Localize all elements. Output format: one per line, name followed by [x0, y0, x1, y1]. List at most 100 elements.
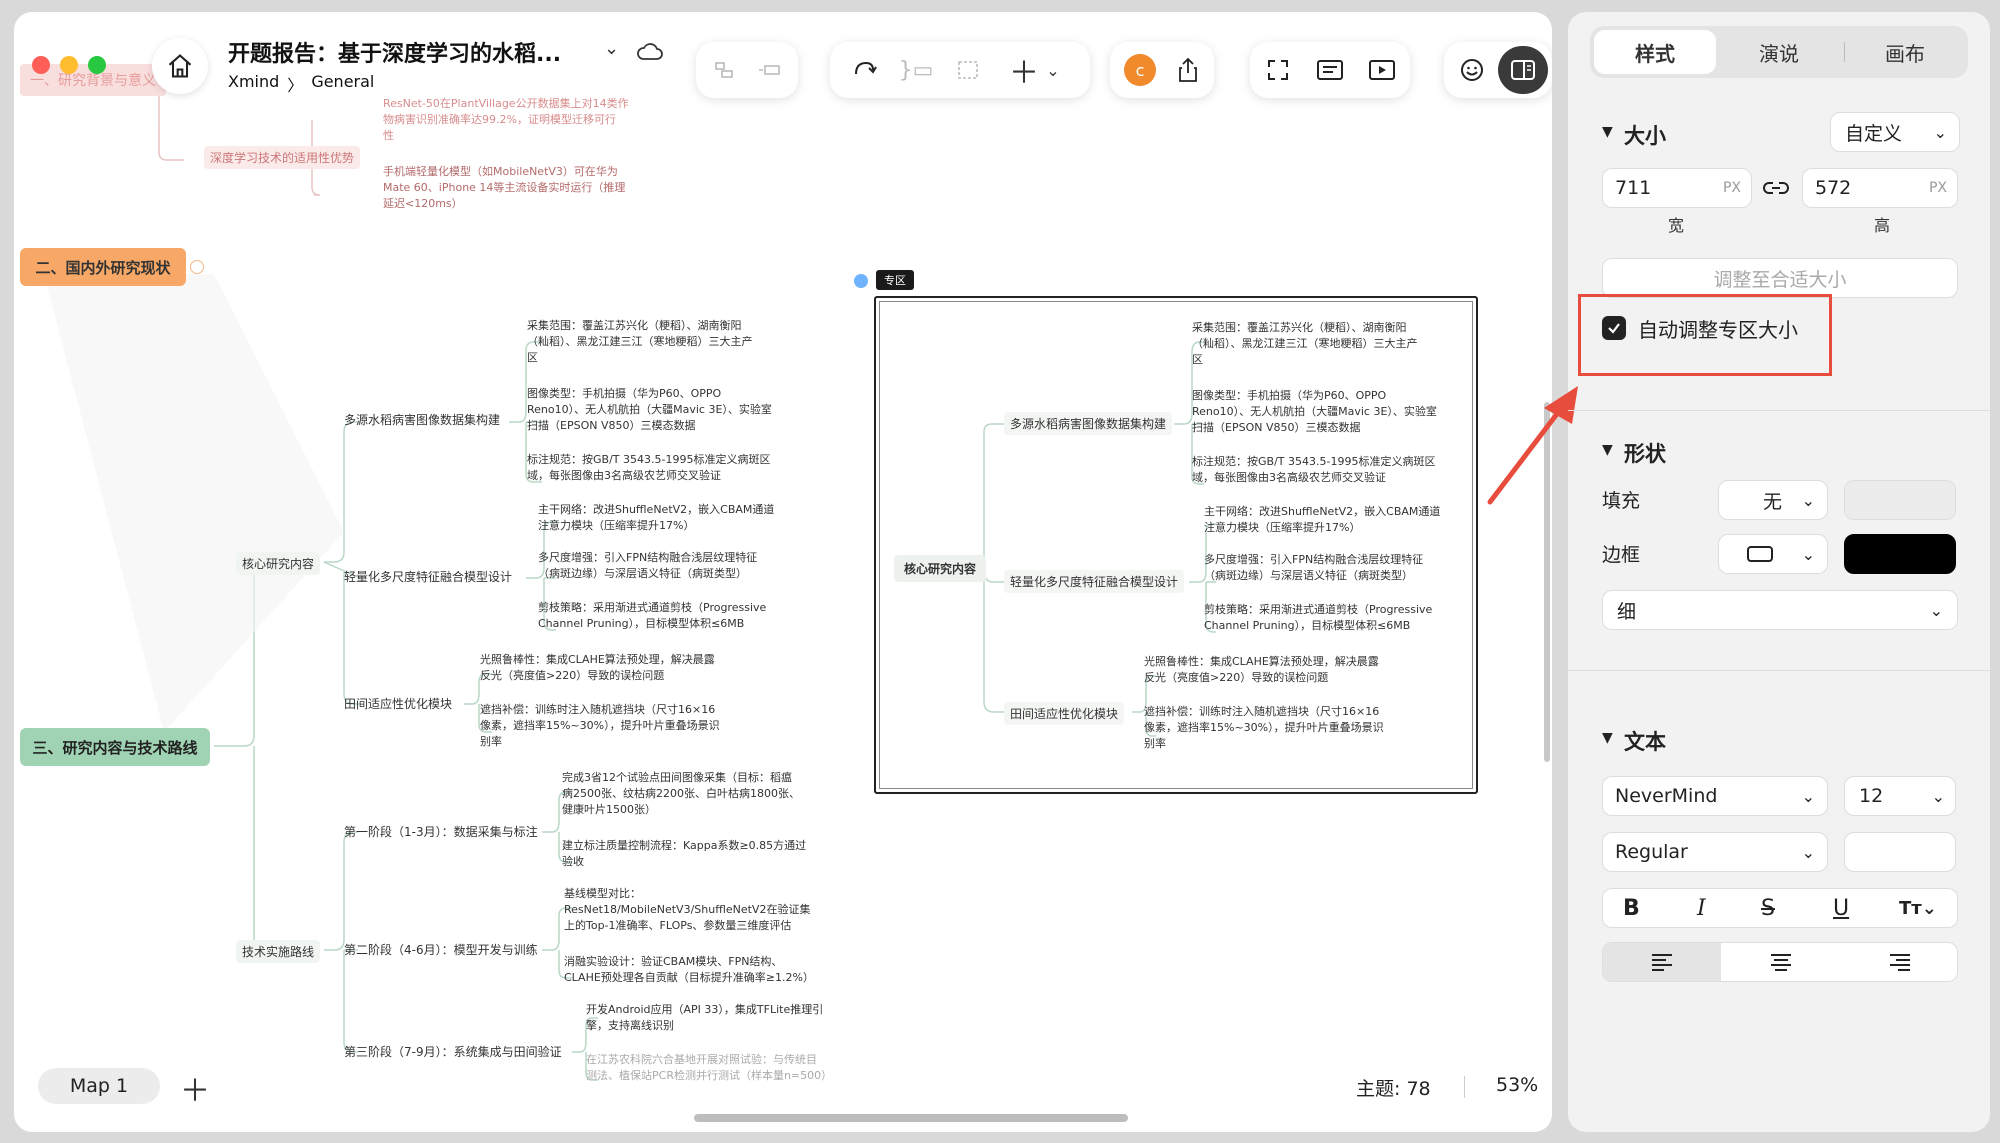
minimize-window-button[interactable] — [60, 56, 78, 74]
link-ratio-icon[interactable] — [1762, 178, 1790, 198]
root-node-2[interactable]: 二、国内外研究现状 — [20, 248, 186, 286]
branch-node-tech[interactable]: 技术实施路线 — [236, 940, 321, 963]
strikethrough-icon[interactable]: S — [1761, 896, 1775, 921]
leaf-node[interactable]: 手机端轻量化模型（如MobileNetV3）可在华为 Mate 60、iPhon… — [383, 164, 625, 212]
zone-leaf[interactable]: 多尺度增强：引入FPN结构融合浅层纹理特征 （病斑边缘）与深层语义特征（病斑类型… — [1204, 552, 1423, 584]
zoom-level[interactable]: 53% — [1496, 1074, 1538, 1096]
align-left-button[interactable] — [1603, 943, 1721, 981]
tab-style[interactable]: 样式 — [1594, 26, 1716, 78]
phase-node-2[interactable]: 第二阶段（4-6月）：模型开发与训练 — [344, 942, 538, 958]
zone-leaf[interactable]: 光照鲁棒性：集成CLAHE算法预处理，解决晨露 反光（亮度值>220）导致的误检… — [1144, 654, 1379, 686]
subtopic-icon[interactable] — [700, 42, 748, 98]
text-case-icon[interactable]: Tт⌄ — [1899, 898, 1937, 919]
leaf-node[interactable]: 开发Android应用（API 33），集成TFLite推理引 擎，支持离线识别 — [586, 1002, 823, 1034]
zone-leaf[interactable]: 标注规范：按GB/T 3543.5-1995标准定义病斑区 域，每张图像由3名高… — [1192, 454, 1435, 486]
root-node-3[interactable]: 三、研究内容与技术路线 — [20, 728, 210, 766]
height-input[interactable]: 572 PX — [1802, 168, 1958, 208]
align-center-button[interactable] — [1721, 943, 1841, 981]
italic-icon[interactable]: I — [1697, 896, 1706, 921]
share-icon[interactable] — [1164, 42, 1212, 98]
auto-resize-checkbox[interactable] — [1602, 316, 1626, 340]
sheet-tab-map1[interactable]: Map 1 — [38, 1068, 160, 1104]
width-input[interactable]: 711 PX — [1602, 168, 1752, 208]
zone-tag[interactable]: 专区 — [876, 270, 914, 290]
leaf-node[interactable]: 多尺度增强：引入FPN结构融合浅层纹理特征 （病斑边缘）与深层语义特征（病斑类型… — [538, 550, 757, 582]
play-presentation-icon[interactable] — [1358, 42, 1406, 98]
zone-leaf[interactable]: 采集范围：覆盖江苏兴化（粳稻）、湖南衡阳 （籼稻）、黑龙江建三江（寒地粳稻）三大… — [1192, 320, 1418, 368]
leaf-node[interactable]: 建立标注质量控制流程：Kappa系数≥0.85方通过 验收 — [562, 838, 806, 870]
collapse-indicator-icon[interactable] — [190, 260, 204, 274]
fill-color-swatch[interactable] — [1844, 480, 1956, 520]
leaf-node[interactable]: 在江苏农科院六合基地开展对照试验：与传统目 测法、植保站PCR检测并行测试（样本… — [586, 1052, 832, 1084]
leaf-node[interactable]: 采集范围：覆盖江苏兴化（粳稻）、湖南衡阳 （籼稻）、黑龙江建三江（寒地粳稻）三大… — [527, 318, 753, 366]
font-weight-select[interactable]: Regular ⌄ — [1602, 832, 1828, 872]
breadcrumb-root[interactable]: Xmind — [228, 72, 279, 96]
tab-presentation[interactable]: 演说 — [1718, 26, 1840, 78]
phase-node-1[interactable]: 第一阶段（1-3月）：数据采集与标注 — [344, 824, 538, 840]
fit-size-button[interactable]: 调整至合适大小 — [1602, 258, 1958, 298]
zone-leaf[interactable]: 图像类型：手机拍摄（华为P60、OPPO Reno10）、无人机航拍（大疆Mav… — [1192, 388, 1437, 436]
zone-leaf[interactable]: 主干网络：改进ShuffleNetV2，嵌入CBAM通道 注意力模块（压缩率提升… — [1204, 504, 1440, 536]
title-dropdown-icon[interactable]: ⌄ — [604, 38, 619, 59]
leaf-node[interactable]: ResNet-50在PlantVillage公开数据集上对14类作 物病害识别准… — [383, 96, 629, 144]
border-style-select[interactable]: ⌄ — [1718, 534, 1828, 574]
zone-branch-b2[interactable]: 轻量化多尺度特征融合模型设计 — [1004, 570, 1185, 593]
font-size-select[interactable]: 12 ⌄ — [1844, 776, 1956, 816]
branch-node-b1[interactable]: 多源水稻病害图像数据集构建 — [344, 412, 500, 428]
leaf-node[interactable]: 光照鲁棒性：集成CLAHE算法预处理，解决晨露 反光（亮度值>220）导致的误检… — [480, 652, 715, 684]
avatar[interactable]: c — [1124, 54, 1156, 86]
border-color-swatch[interactable] — [1844, 534, 1956, 574]
leaf-node[interactable]: 剪枝策略：采用渐进式通道剪枝（Progressive Channel Pruni… — [538, 600, 766, 632]
zone-branch-b3[interactable]: 田间适应性优化模块 — [1004, 702, 1125, 725]
boundary-icon[interactable] — [944, 42, 992, 98]
branch-node-b2[interactable]: 轻量化多尺度特征融合模型设计 — [344, 569, 512, 585]
home-button[interactable] — [152, 38, 208, 94]
leaf-node[interactable]: 主干网络：改进ShuffleNetV2，嵌入CBAM通道 注意力模块（压缩率提升… — [538, 502, 774, 534]
fill-select[interactable]: 无 ⌄ — [1718, 480, 1828, 520]
phase-node-3[interactable]: 第三阶段（7-9月）：系统集成与田间验证 — [344, 1044, 562, 1060]
leaf-node[interactable]: 完成3省12个试验点田间图像采集（目标：稻瘟 病2500张、纹枯病2200张、白… — [562, 770, 800, 818]
tab-canvas[interactable]: 画布 — [1844, 26, 1966, 78]
branch-node-b3[interactable]: 田间适应性优化模块 — [344, 696, 452, 712]
size-section-toggle-icon[interactable]: ▼ — [1602, 124, 1613, 140]
zone-leaf[interactable]: 遮挡补偿：训练时注入随机遮挡块（尺寸16×16 像素，遮挡率15%~30%），提… — [1144, 704, 1384, 752]
bold-icon[interactable]: B — [1623, 896, 1640, 921]
align-right-button[interactable] — [1841, 943, 1957, 981]
leaf-node[interactable]: 消融实验设计：验证CBAM模块、FPN结构、 CLAHE预处理各自贡献（目标提升… — [564, 954, 814, 986]
leaf-node[interactable]: 标注规范：按GB/T 3543.5-1995标准定义病斑区 域，每张图像由3名高… — [527, 452, 770, 484]
text-section-toggle-icon[interactable]: ▼ — [1602, 730, 1613, 746]
zone-leaf[interactable]: 剪枝策略：采用渐进式通道剪枝（Progressive Channel Pruni… — [1204, 602, 1432, 634]
outline-icon[interactable] — [1306, 42, 1354, 98]
zone-core-node[interactable]: 核心研究内容 — [894, 555, 987, 582]
document-title[interactable]: 开题报告：基于深度学习的水稻... — [228, 36, 561, 68]
text-color-swatch[interactable] — [1844, 832, 1956, 872]
emoji-icon[interactable] — [1448, 42, 1496, 98]
underline-icon[interactable]: U — [1833, 896, 1849, 921]
zone-branch-b1[interactable]: 多源水稻病害图像数据集构建 — [1004, 412, 1173, 435]
branch-node-core[interactable]: 核心研究内容 — [236, 552, 321, 575]
mindmap-canvas[interactable]: 一、研究背景与意义 深度学习技术的适用性优势 ResNet-50在PlantVi… — [14, 12, 1552, 1132]
close-window-button[interactable] — [32, 56, 50, 74]
topic-icon[interactable] — [746, 42, 794, 98]
add-sheet-button[interactable]: ＋ — [180, 1066, 210, 1110]
zoom-window-button[interactable] — [88, 56, 106, 74]
format-panel-toggle-button[interactable] — [1498, 46, 1548, 94]
fullscreen-icon[interactable] — [1254, 42, 1302, 98]
zoom-dropdown-chevron-icon[interactable]: ⌄ — [1550, 1070, 1552, 1089]
breadcrumb-leaf[interactable]: General — [311, 72, 374, 96]
relationship-icon[interactable] — [840, 42, 888, 98]
border-weight-select[interactable]: 细 ⌄ — [1602, 590, 1958, 630]
shape-section-toggle-icon[interactable]: ▼ — [1602, 442, 1613, 458]
size-mode-select[interactable]: 自定义 ⌄ — [1830, 112, 1960, 152]
font-family-select[interactable]: NeverMind ⌄ — [1602, 776, 1828, 816]
zone-handle-dot[interactable] — [854, 274, 868, 288]
leaf-node[interactable]: 图像类型：手机拍摄（华为P60、OPPO Reno10）、无人机航拍（大疆Mav… — [527, 386, 772, 434]
cloud-icon[interactable] — [636, 40, 664, 64]
horizontal-scrollbar[interactable] — [694, 1114, 1128, 1122]
summary-icon[interactable]: }▭ — [892, 42, 940, 98]
branch-node[interactable]: 深度学习技术的适用性优势 — [204, 146, 361, 169]
add-dropdown-chevron-icon[interactable]: ⌄ — [1038, 42, 1068, 98]
leaf-node[interactable]: 遮挡补偿：训练时注入随机遮挡块（尺寸16×16 像素，遮挡率15%~30%），提… — [480, 702, 720, 750]
auto-resize-label[interactable]: 自动调整专区大小 — [1638, 314, 1798, 343]
leaf-node[interactable]: 基线模型对比： ResNet18/MobileNetV3/ShuffleNetV… — [564, 886, 810, 934]
